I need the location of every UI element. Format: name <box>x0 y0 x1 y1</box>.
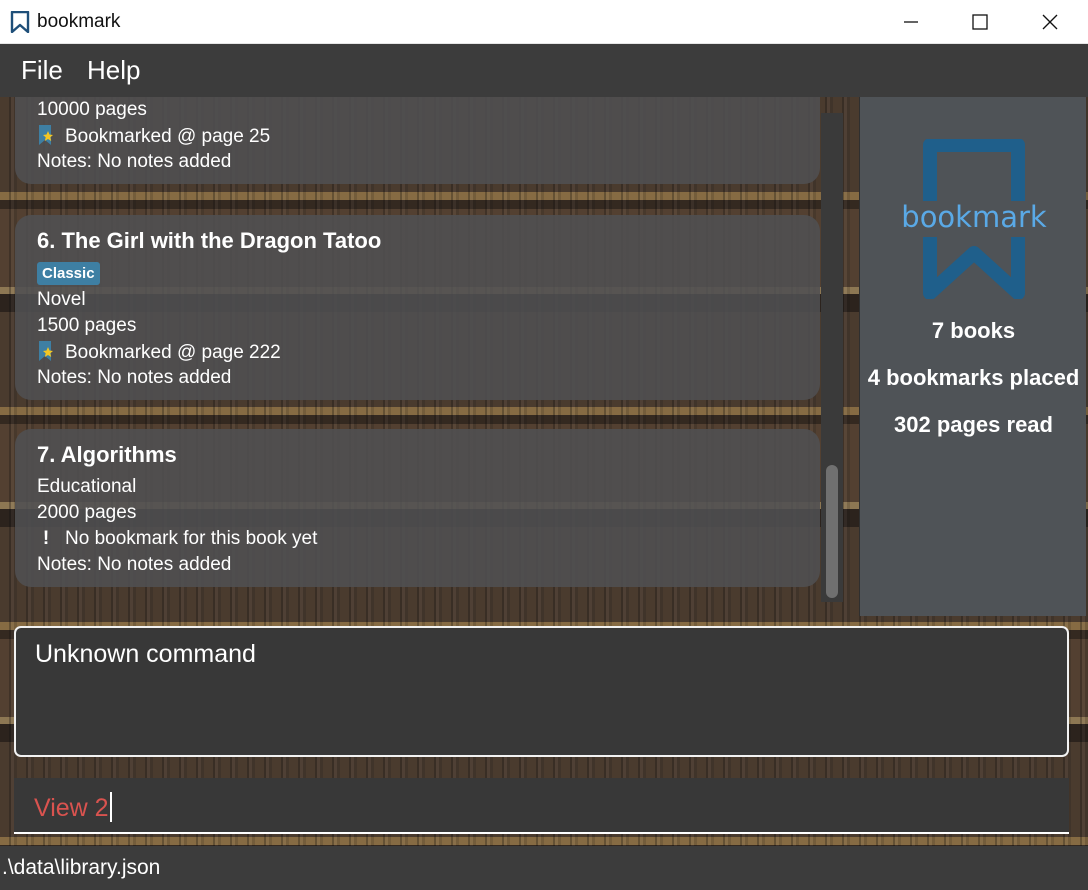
bookmark-text: Bookmarked @ page 25 <box>65 126 271 147</box>
book-list-scrollbar[interactable] <box>821 113 843 602</box>
book-tag: Classic <box>37 262 100 285</box>
maximize-button[interactable] <box>946 0 1014 44</box>
status-bar: .\data\library.json <box>0 846 1088 890</box>
title-bar: bookmark <box>0 0 1088 44</box>
stats-panel: bookmark 7 books 4 bookmarks placed 302 … <box>859 97 1086 616</box>
book-pages: 10000 pages <box>37 99 147 120</box>
result-display[interactable]: Unknown command <box>14 626 1069 757</box>
book-list[interactable]: 10000 pages Bookmarked @ page 25 Notes: … <box>0 97 858 612</box>
maximize-icon <box>972 14 988 30</box>
minimize-button[interactable] <box>877 0 945 44</box>
command-input[interactable]: View 2 <box>34 792 112 823</box>
bookmark-text: Bookmarked @ page 222 <box>65 342 281 363</box>
book-pages: 1500 pages <box>37 315 137 336</box>
book-card[interactable]: 7. Algorithms Educational 2000 pages ! No… <box>15 429 820 587</box>
logo-text: bookmark <box>901 200 1047 234</box>
stat-bookmarks: 4 bookmarks placed <box>867 365 1080 390</box>
book-title: 6. The Girl with the Dragon Tatoo <box>37 228 382 253</box>
book-notes: Notes: No notes added <box>37 151 232 172</box>
stat-books: 7 books <box>931 318 1016 343</box>
book-bookmark-status: Bookmarked @ page 222 <box>37 341 281 364</box>
bookmark-flag-icon <box>39 341 53 361</box>
result-text: Unknown command <box>35 640 256 668</box>
book-card[interactable]: 10000 pages Bookmarked @ page 25 Notes: … <box>15 97 820 184</box>
book-bookmark-status: Bookmarked @ page 25 <box>37 125 270 148</box>
command-text: View 2 <box>34 794 109 822</box>
exclamation-icon: ! <box>42 528 50 549</box>
bookmark-outline-icon <box>10 11 30 33</box>
bookmark-flag-icon <box>39 125 53 145</box>
book-pages: 2000 pages <box>37 502 137 523</box>
menu-bar: File Help <box>0 44 1088 97</box>
bookmark-logo-icon: bookmark <box>900 139 1050 299</box>
close-button[interactable] <box>1016 0 1084 44</box>
data-file-path: .\data\library.json <box>2 856 161 879</box>
book-card[interactable]: 6. The Girl with the Dragon Tatoo Classi… <box>15 215 820 400</box>
book-title: 7. Algorithms <box>37 442 177 467</box>
book-bookmark-status: ! No bookmark for this book yet <box>37 528 318 550</box>
bookmark-text: No bookmark for this book yet <box>65 528 318 549</box>
stat-pages-read: 302 pages read <box>894 412 1053 437</box>
close-icon <box>1042 14 1058 30</box>
book-notes: Notes: No notes added <box>37 554 232 575</box>
text-caret <box>109 792 112 822</box>
book-notes: Notes: No notes added <box>37 367 232 388</box>
book-genre: Novel <box>37 289 86 310</box>
scrollbar-thumb[interactable] <box>826 465 838 598</box>
menu-file[interactable]: File <box>21 55 63 86</box>
command-box[interactable]: View 2 <box>14 778 1069 834</box>
book-genre: Educational <box>37 476 137 497</box>
menu-help[interactable]: Help <box>87 55 140 86</box>
window-title: bookmark <box>37 11 121 32</box>
minimize-icon <box>904 21 918 23</box>
